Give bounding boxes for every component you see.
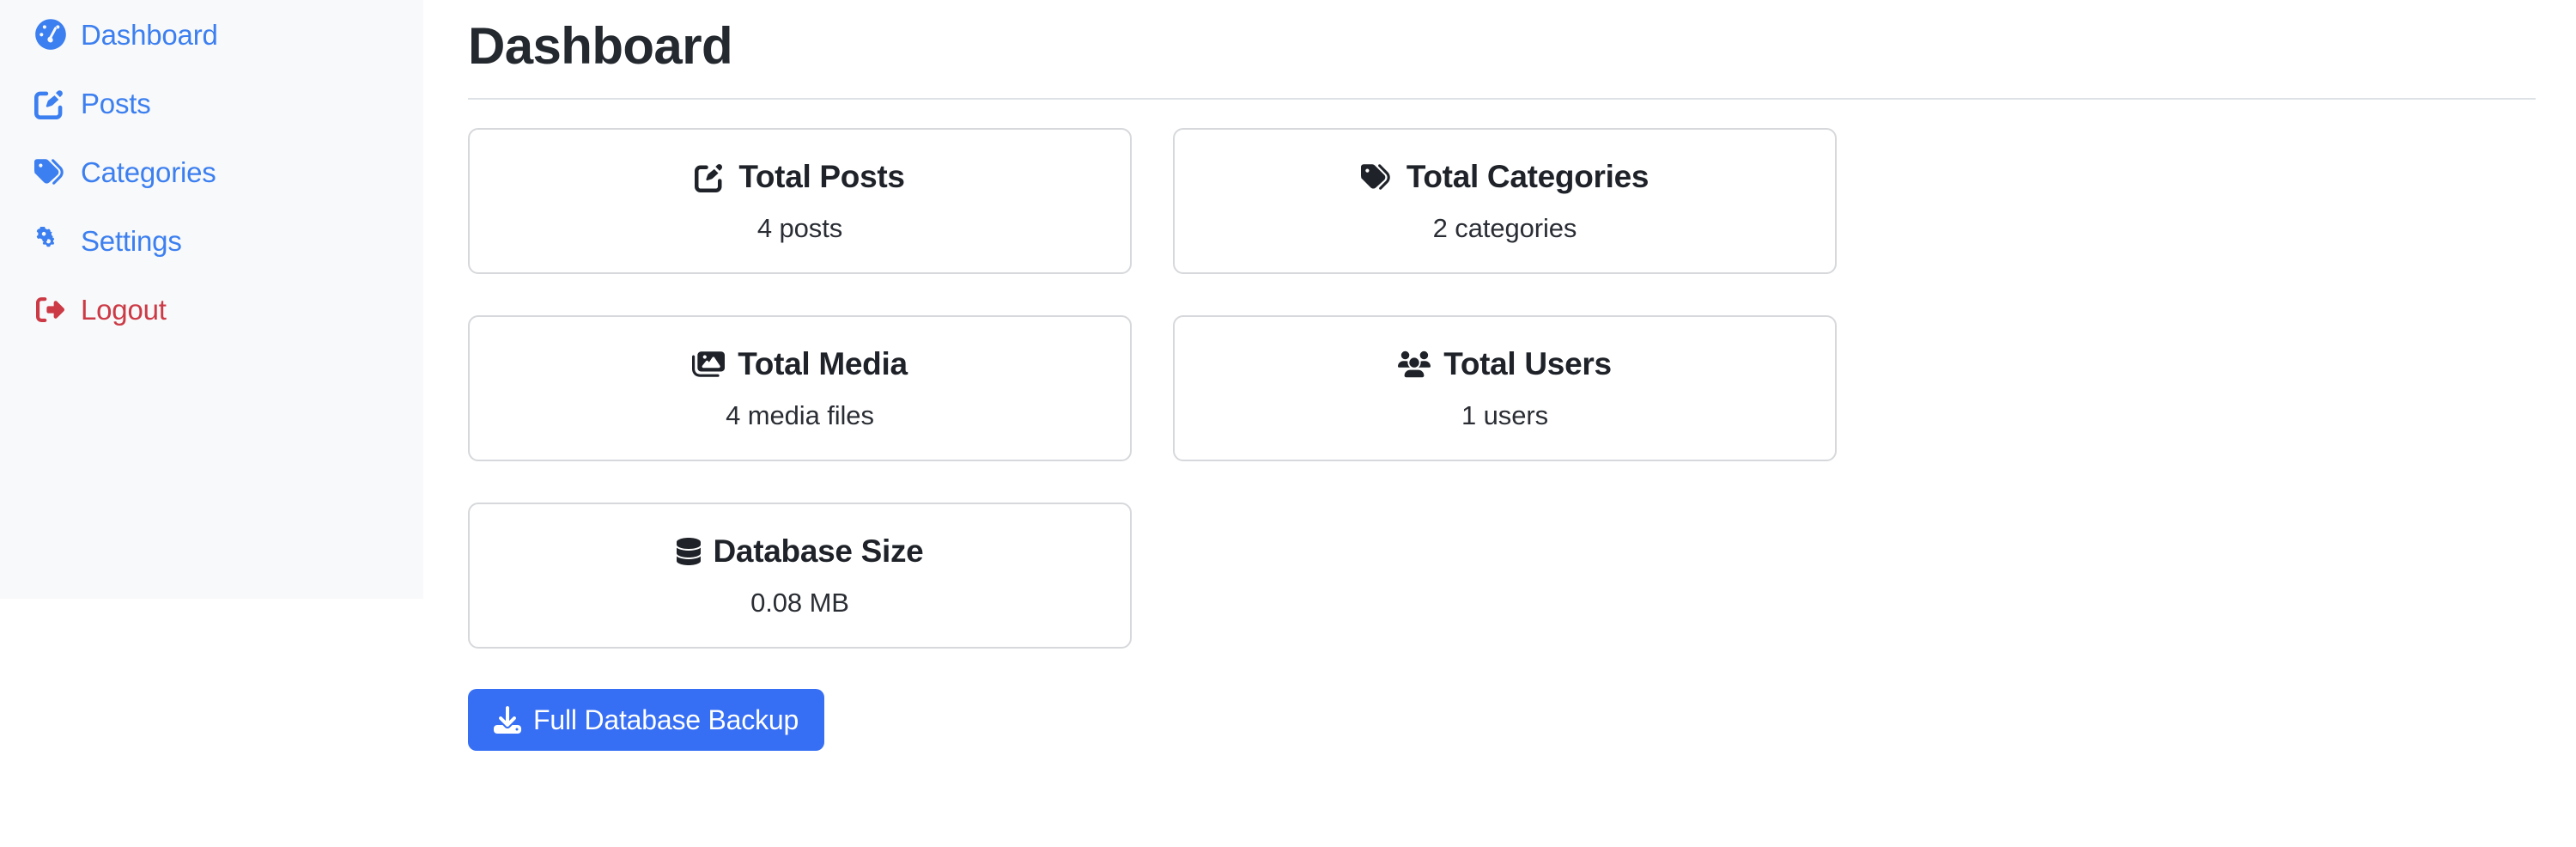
stat-card-header: Total Users (1398, 346, 1612, 381)
sidebar: Dashboard Posts Categories Settings Logo… (0, 0, 423, 599)
sidebar-item-label: Settings (81, 224, 182, 257)
sidebar-item-dashboard[interactable]: Dashboard (0, 0, 423, 69)
stat-card-title: Total Media (738, 346, 908, 381)
page-title: Dashboard (468, 17, 733, 75)
stat-card-value: 2 categories (1432, 213, 1577, 243)
tags-icon (34, 155, 69, 188)
sidebar-item-label: Categories (81, 155, 216, 188)
stat-card-title: Total Posts (738, 159, 905, 194)
sidebar-item-posts[interactable]: Posts (0, 69, 423, 137)
sidebar-item-label: Logout (81, 293, 167, 326)
tags-icon (1360, 162, 1394, 192)
stat-card-total-posts: Total Posts 4 posts (468, 128, 1132, 274)
sidebar-item-label: Posts (81, 87, 151, 119)
download-icon (494, 706, 521, 734)
stat-card-value: 4 media files (726, 400, 874, 430)
sidebar-item-categories[interactable]: Categories (0, 137, 423, 206)
database-icon (676, 536, 701, 567)
stat-card-value: 4 posts (756, 213, 843, 243)
sign-out-icon (34, 293, 69, 326)
sidebar-nav-list: Dashboard Posts Categories Settings Logo… (0, 0, 423, 344)
gears-icon (34, 224, 69, 257)
stat-card-header: Total Categories (1360, 159, 1649, 194)
stat-card-total-media: Total Media 4 media files (468, 315, 1132, 461)
gauge-icon (34, 18, 69, 51)
admin-dashboard-page: Dashboard Posts Categories Settings Logo… (0, 0, 2576, 847)
full-database-backup-button[interactable]: Full Database Backup (468, 689, 825, 751)
stat-card-title: Database Size (713, 533, 924, 569)
pen-to-square-icon (695, 161, 726, 192)
stat-card-title: Total Users (1443, 346, 1612, 381)
title-divider (468, 98, 2536, 100)
backup-button-label: Full Database Backup (533, 704, 799, 735)
stat-card-value: 0.08 MB (750, 588, 849, 618)
stat-card-total-users: Total Users 1 users (1173, 315, 1837, 461)
stat-card-total-categories: Total Categories 2 categories (1173, 128, 1837, 274)
stat-card-title: Total Categories (1406, 159, 1649, 194)
stat-card-database-size: Database Size 0.08 MB (468, 503, 1132, 649)
sidebar-item-label: Dashboard (81, 18, 218, 51)
pen-to-square-icon (34, 87, 69, 119)
sidebar-item-logout[interactable]: Logout (0, 275, 423, 344)
users-icon (1398, 350, 1431, 378)
stat-card-header: Database Size (676, 533, 924, 569)
stat-card-header: Total Posts (695, 159, 905, 194)
main-content: Dashboard Total Posts 4 posts Total Cate… (468, 0, 2537, 751)
images-icon (692, 350, 726, 379)
stat-card-value: 1 users (1461, 400, 1548, 430)
sidebar-item-settings[interactable]: Settings (0, 206, 423, 275)
stats-card-grid: Total Posts 4 posts Total Categories 2 c… (468, 128, 2537, 649)
stat-card-header: Total Media (692, 346, 908, 381)
